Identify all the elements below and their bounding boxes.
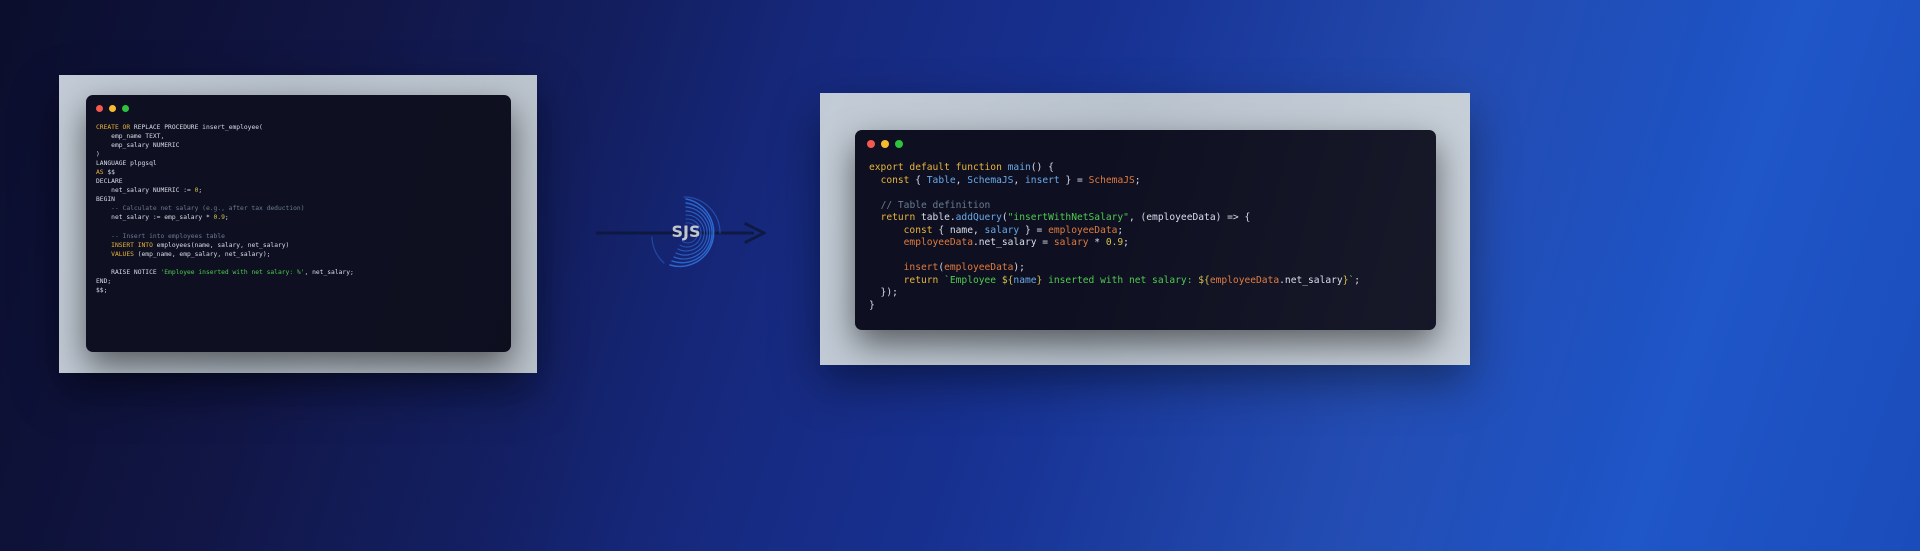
javascript-schemajs-terminal[interactable]: export default function main() { const {… <box>855 130 1436 330</box>
code-token: }); <box>869 287 898 298</box>
code-token: $$ <box>103 169 115 177</box>
code-token: ${ <box>1001 274 1014 286</box>
code-token: VALUES <box>111 250 134 258</box>
code-token: addQuery <box>955 212 1002 223</box>
close-icon[interactable] <box>96 105 103 112</box>
code-token: inserted with net salary: <box>1042 274 1199 286</box>
right-titlebar <box>855 130 1436 148</box>
code-token: () { <box>1030 162 1054 173</box>
code-token: const <box>880 174 910 186</box>
sql-procedure-terminal[interactable]: CREATE OR REPLACE PROCEDURE insert_emplo… <box>86 95 511 352</box>
code-token: table <box>915 212 950 223</box>
code-token: RAISE NOTICE <box>96 268 161 276</box>
code-token: } <box>869 299 875 311</box>
code-token: .net_salary = <box>972 237 1054 248</box>
code-token: END; <box>96 277 112 285</box>
code-token: ; <box>198 187 203 195</box>
code-token: , <box>1013 174 1026 186</box>
sjs-logo: SJS <box>646 193 726 273</box>
sjs-logo-icon: SJS <box>651 196 721 268</box>
left-titlebar <box>86 95 511 113</box>
code-token: // Table definition <box>880 199 991 211</box>
code-token: emp_name TEXT, <box>96 133 165 141</box>
code-token: -- Insert into employees table <box>96 232 225 240</box>
code-token: REPLACE PROCEDURE insert_employee( <box>130 124 263 131</box>
maximize-icon[interactable] <box>895 140 903 148</box>
code-token: employees(name, salary, net_salary) <box>152 241 290 249</box>
code-token: LANGUAGE plpgsql <box>96 160 157 168</box>
minimize-icon[interactable] <box>109 105 116 112</box>
code-token: net_salary NUMERIC := <box>96 187 195 195</box>
minimize-icon[interactable] <box>881 140 889 148</box>
code-token: { <box>909 174 927 186</box>
code-token: "insertWithNetSalary" <box>1007 212 1129 223</box>
code-token: SchemaJS <box>1088 174 1135 186</box>
code-token: { <box>932 224 950 236</box>
code-token: net_salary := emp_salary * <box>96 214 214 222</box>
code-token: (emp_name, emp_salary, net_salary); <box>133 250 271 258</box>
code-token: return <box>880 212 916 223</box>
code-token: ; <box>1134 174 1141 186</box>
code-token: export default function <box>869 162 1002 173</box>
code-token: employeeData <box>944 262 1014 273</box>
code-token: return <box>903 274 939 286</box>
close-icon[interactable] <box>867 140 875 148</box>
maximize-icon[interactable] <box>122 105 129 112</box>
code-token: name <box>949 224 973 236</box>
code-token: AS <box>96 169 104 177</box>
code-token: ) <box>96 151 100 159</box>
code-token: insert <box>903 262 939 273</box>
sjs-logo-text: SJS <box>672 222 701 241</box>
code-token: ); <box>1013 262 1025 273</box>
code-token: CREATE OR <box>96 124 131 131</box>
code-token: 'Employee inserted with net salary: %' <box>160 268 305 276</box>
code-token: * <box>1088 237 1106 248</box>
javascript-code-block: export default function main() { const {… <box>855 148 1436 312</box>
code-token: } = <box>1019 224 1049 236</box>
code-token: `Employee <box>944 274 1002 286</box>
code-token: ; <box>1117 224 1124 236</box>
code-token: , net_salary; <box>304 268 354 276</box>
code-token: } = <box>1059 174 1089 186</box>
code-token: insert <box>1025 174 1060 186</box>
code-token: salary <box>984 224 1020 236</box>
code-token: , <box>972 224 985 236</box>
code-token: DECLARE <box>96 178 123 186</box>
code-token: BEGIN <box>96 196 115 204</box>
code-token: ${ <box>1198 274 1210 286</box>
code-token: , <box>955 174 968 186</box>
code-token: ; <box>224 214 229 222</box>
code-token: salary <box>1053 237 1089 248</box>
code-token: 0.9 <box>1105 237 1124 248</box>
slide-canvas: CREATE OR REPLACE PROCEDURE insert_emplo… <box>0 0 1920 551</box>
code-token: employeeData <box>1209 274 1280 286</box>
code-token: ; <box>1354 274 1361 286</box>
sql-code-block: CREATE OR REPLACE PROCEDURE insert_emplo… <box>86 113 511 295</box>
code-token: , (employeeData) => { <box>1128 212 1251 223</box>
code-token: main <box>1007 162 1031 173</box>
code-token: name <box>1013 274 1037 286</box>
code-token: Table <box>926 174 956 186</box>
code-token: 0.9 <box>213 214 225 222</box>
code-token: $$; <box>96 286 108 294</box>
code-token: employeeData <box>903 237 973 248</box>
code-token: .net_salary <box>1279 274 1343 286</box>
code-token: INSERT INTO <box>111 241 153 249</box>
code-token: SchemaJS <box>967 174 1014 186</box>
code-token: employeeData <box>1048 224 1118 236</box>
code-token: ; <box>1123 237 1129 248</box>
code-token: emp_salary NUMERIC <box>96 142 180 150</box>
code-token: -- Calculate net salary (e.g., after tax… <box>96 205 305 213</box>
code-token: const <box>903 224 933 236</box>
